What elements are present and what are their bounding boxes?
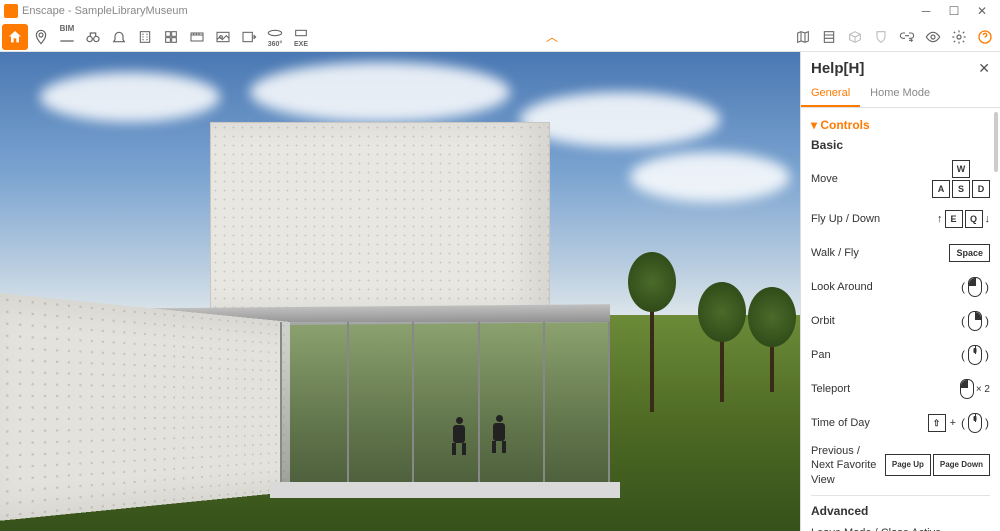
map-icon[interactable]: [790, 24, 816, 50]
key-q: Q: [965, 210, 983, 228]
x2-label: × 2: [976, 384, 990, 395]
row-teleport: Teleport × 2: [811, 376, 990, 402]
building-icon[interactable]: [132, 24, 158, 50]
minimize-button[interactable]: ─: [912, 4, 940, 18]
key-pageup: Page Up: [885, 454, 931, 476]
row-fly: Fly Up / Down ↑ E Q ↓: [811, 206, 990, 232]
mouse-middle-icon: [968, 345, 982, 365]
titlebar: Enscape - SampleLibraryMuseum ─ ☐ ✕: [0, 0, 1000, 22]
key-e: E: [945, 210, 963, 228]
key-s: S: [952, 180, 970, 198]
key-d: D: [972, 180, 990, 198]
help-icon[interactable]: [972, 24, 998, 50]
building-model: [150, 122, 600, 502]
binoculars-icon[interactable]: [80, 24, 106, 50]
row-orbit: Orbit (): [811, 308, 990, 334]
link-icon[interactable]: [894, 24, 920, 50]
close-window-button[interactable]: ✕: [968, 4, 996, 18]
row-timeofday: Time of Day ⇧ +( ): [811, 410, 990, 436]
sub-basic: Basic: [811, 138, 990, 152]
assets-icon[interactable]: [158, 24, 184, 50]
mouse-scroll-icon: [968, 413, 982, 433]
box-icon[interactable]: [842, 24, 868, 50]
views-dropdown-icon[interactable]: [868, 24, 894, 50]
key-pagedown: Page Down: [933, 454, 990, 476]
key-a: A: [932, 180, 950, 198]
app-name: Enscape: [22, 5, 65, 17]
bell-icon[interactable]: [106, 24, 132, 50]
settings-icon[interactable]: [946, 24, 972, 50]
mouse-left-icon: [960, 379, 974, 399]
pin-icon[interactable]: [28, 24, 54, 50]
materials-icon[interactable]: [816, 24, 842, 50]
maximize-button[interactable]: ☐: [940, 4, 968, 18]
export-image-icon[interactable]: [236, 24, 262, 50]
panel-tabs: General Home Mode: [801, 81, 1000, 108]
arrow-up-icon: ↑: [937, 213, 943, 225]
person-figure: [490, 415, 508, 453]
sub-advanced: Advanced: [811, 504, 990, 518]
exe-export-icon[interactable]: EXE: [288, 24, 314, 50]
section-controls[interactable]: Controls: [811, 118, 990, 132]
visibility-icon[interactable]: [920, 24, 946, 50]
row-leave: Leave Mode / Close Active Window Esc: [811, 526, 990, 531]
help-panel: Help[H] ✕ General Home Mode Controls Bas…: [800, 52, 1000, 531]
arrow-down-icon: ↓: [985, 213, 991, 225]
key-space: Space: [949, 244, 990, 262]
main-toolbar: BIM 360° EXE ︿: [0, 22, 1000, 52]
key-shift: ⇧: [928, 414, 946, 432]
key-w: W: [952, 160, 970, 178]
bim-button[interactable]: BIM: [54, 24, 80, 50]
row-move: Move W A S D: [811, 160, 990, 198]
mouse-right-icon: [968, 311, 982, 331]
row-pan: Pan (): [811, 342, 990, 368]
panel-title: Help[H]: [811, 60, 978, 77]
title-sep: -: [65, 5, 75, 17]
row-prevnext: Previous / Next Favorite View Page Up Pa…: [811, 444, 990, 487]
document-title: SampleLibraryMuseum: [75, 5, 188, 17]
video-icon[interactable]: [184, 24, 210, 50]
panel-close-icon[interactable]: ✕: [978, 60, 990, 77]
home-button[interactable]: [2, 24, 28, 50]
pano-360-icon[interactable]: 360°: [262, 24, 288, 50]
row-look: Look Around (): [811, 274, 990, 300]
mouse-left-icon: [968, 277, 982, 297]
tab-general[interactable]: General: [801, 81, 860, 107]
render-viewport[interactable]: [0, 52, 800, 531]
app-icon: [4, 4, 18, 18]
collapse-chevron-icon[interactable]: ︿: [546, 28, 558, 45]
panel-scrollbar[interactable]: [994, 112, 998, 172]
tab-home-mode[interactable]: Home Mode: [860, 81, 940, 107]
row-walkfly: Walk / Fly Space: [811, 240, 990, 266]
screenshot-icon[interactable]: [210, 24, 236, 50]
person-figure: [450, 417, 468, 455]
